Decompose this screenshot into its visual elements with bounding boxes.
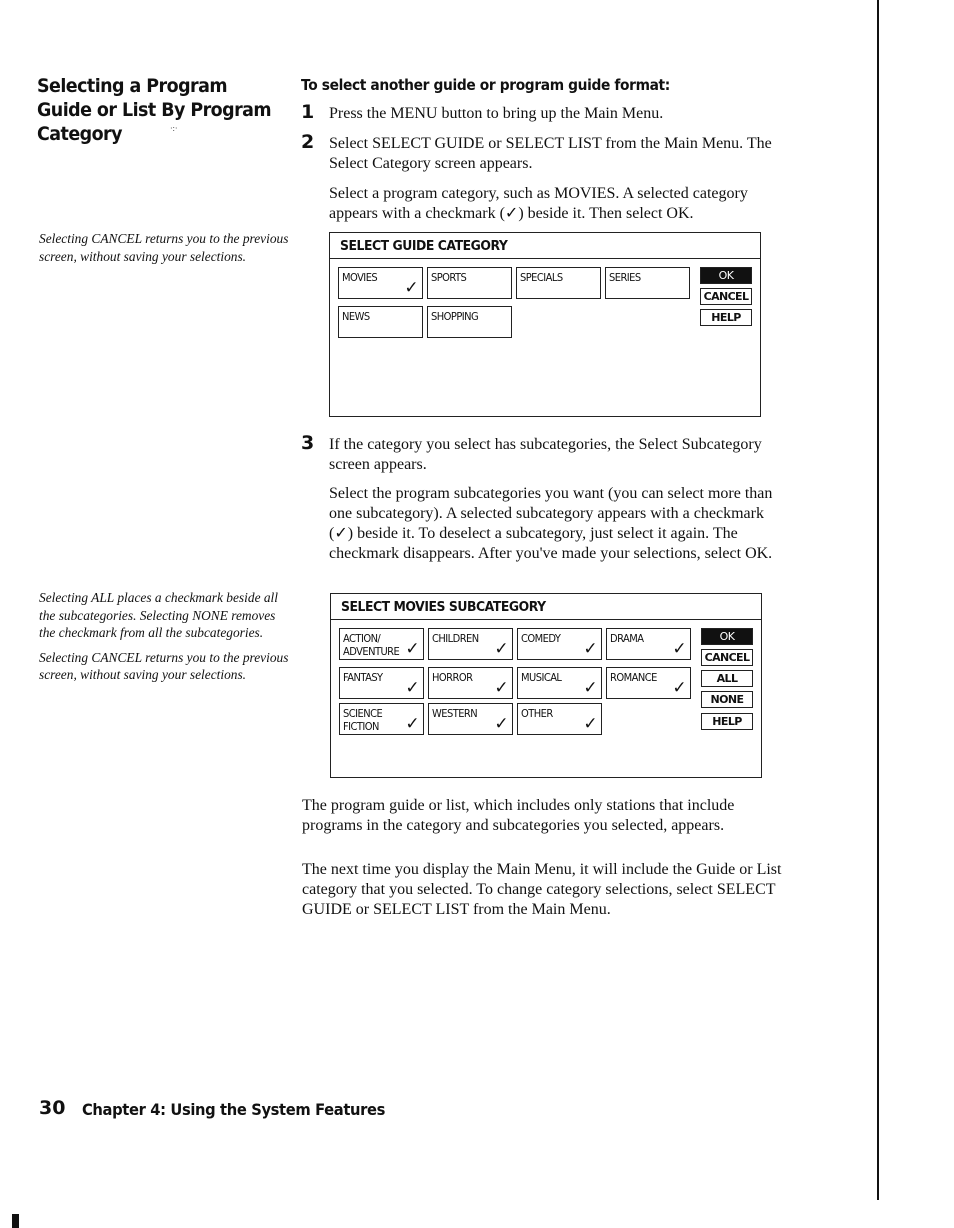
checkmark-icon: ✓ — [583, 639, 597, 659]
category-option[interactable]: WESTERN ✓ — [428, 703, 513, 735]
category-label: MOVIES — [342, 271, 378, 284]
category-option[interactable]: COMEDY ✓ — [517, 628, 602, 660]
step-text: Select SELECT GUIDE or SELECT LIST from … — [329, 135, 772, 172]
category-label: CHILDREN — [432, 632, 479, 645]
category-option[interactable]: FANTASY ✓ — [339, 667, 424, 699]
scan-speck: ·:· — [170, 124, 178, 133]
checkmark-icon: ✓ — [672, 639, 686, 659]
checkmark-icon: ✓ — [405, 678, 419, 698]
category-option[interactable]: SPORTS — [427, 267, 512, 299]
category-label: COMEDY — [521, 632, 561, 645]
step-3-detail: Select the program subcategories you wan… — [329, 485, 773, 562]
category-label: WESTERN — [432, 707, 478, 720]
chapter-title: Chapter 4: Using the System Features — [82, 1100, 386, 1119]
category-option[interactable]: MOVIES ✓ — [338, 267, 423, 299]
category-label: NEWS — [342, 310, 370, 323]
none-button[interactable]: NONE — [701, 691, 753, 708]
step-text: If the category you select has subcatego… — [329, 436, 762, 473]
checkmark-icon: ✓ — [405, 714, 419, 734]
category-option[interactable]: MUSICAL ✓ — [517, 667, 602, 699]
category-label: HORROR — [432, 671, 473, 684]
procedure-heading: To select another guide or program guide… — [301, 76, 670, 94]
step-text: Press the MENU button to bring up the Ma… — [329, 105, 664, 122]
category-option[interactable]: ROMANCE ✓ — [606, 667, 691, 699]
category-option[interactable]: HORROR ✓ — [428, 667, 513, 699]
step-1: 1 Press the MENU button to bring up the … — [301, 101, 791, 124]
checkmark-icon: ✓ — [405, 639, 419, 659]
category-option[interactable]: DRAMA ✓ — [606, 628, 691, 660]
checkmark-icon: ✓ — [494, 714, 508, 734]
divider — [330, 258, 760, 259]
page-edge-line — [877, 0, 879, 1200]
ok-button[interactable]: OK — [700, 267, 752, 284]
category-label: SHOPPING — [431, 310, 479, 323]
cancel-button[interactable]: CANCEL — [700, 288, 752, 305]
category-label: SPECIALS — [520, 271, 563, 284]
category-option[interactable]: SPECIALS — [516, 267, 601, 299]
checkmark-icon: ✓ — [583, 678, 597, 698]
category-option[interactable]: NEWS — [338, 306, 423, 338]
step-number: 2 — [301, 131, 315, 153]
category-option[interactable]: OTHER ✓ — [517, 703, 602, 735]
category-option[interactable]: CHILDREN ✓ — [428, 628, 513, 660]
category-option[interactable]: ACTION/ ADVENTURE ✓ — [339, 628, 424, 660]
step-3: 3 If the category you select has subcate… — [301, 432, 791, 475]
category-label: SERIES — [609, 271, 641, 284]
note-text: Selecting CANCEL returns you to the prev… — [39, 231, 289, 264]
ok-button[interactable]: OK — [701, 628, 753, 645]
cancel-button[interactable]: CANCEL — [701, 649, 753, 666]
checkmark-icon: ✓ — [404, 278, 418, 298]
category-label: DRAMA — [610, 632, 644, 645]
checkmark-icon: ✓ — [494, 678, 508, 698]
category-option[interactable]: SCIENCE FICTION ✓ — [339, 703, 424, 735]
checkmark-icon: ✓ — [583, 714, 597, 734]
crop-mark — [12, 1214, 19, 1228]
result-paragraph: The program guide or list, which include… — [302, 797, 735, 834]
next-time-paragraph: The next time you display the Main Menu,… — [302, 861, 782, 918]
category-label: ROMANCE — [610, 671, 657, 684]
category-label: FANTASY — [343, 671, 383, 684]
category-label: ACTION/ ADVENTURE — [343, 632, 400, 658]
all-button[interactable]: ALL — [701, 670, 753, 687]
screen-title: SELECT GUIDE CATEGORY — [340, 238, 508, 254]
screen-title: SELECT MOVIES SUBCATEGORY — [341, 599, 546, 615]
select-movies-subcategory-screen: SELECT MOVIES SUBCATEGORY ACTION/ ADVENT… — [330, 593, 762, 778]
category-option[interactable]: SHOPPING — [427, 306, 512, 338]
step-2: 2 Select SELECT GUIDE or SELECT LIST fro… — [301, 131, 791, 174]
category-label: OTHER — [521, 707, 553, 720]
category-option[interactable]: SERIES — [605, 267, 690, 299]
category-label: SPORTS — [431, 271, 467, 284]
divider — [331, 619, 761, 620]
select-guide-category-screen: SELECT GUIDE CATEGORY MOVIES ✓ SPORTS SPECI… — [329, 232, 761, 417]
step-2-detail: Select a program category, such as MOVIE… — [329, 185, 748, 222]
help-button[interactable]: HELP — [700, 309, 752, 326]
category-label: SCIENCE FICTION — [343, 707, 383, 733]
help-button[interactable]: HELP — [701, 713, 753, 730]
checkmark-icon: ✓ — [494, 639, 508, 659]
note-text: Selecting ALL places a checkmark beside … — [39, 590, 278, 640]
page-number: 30 — [39, 1097, 66, 1119]
sidebar-note-all-none: Selecting ALL places a checkmark beside … — [39, 589, 291, 691]
step-number: 1 — [301, 101, 315, 123]
step-number: 3 — [301, 432, 315, 454]
section-title: Selecting a Program Guide or List By Pro… — [37, 75, 272, 145]
sidebar-note-cancel: Selecting CANCEL returns you to the prev… — [39, 230, 291, 272]
checkmark-icon: ✓ — [672, 678, 686, 698]
category-label: MUSICAL — [521, 671, 562, 684]
note-text: Selecting CANCEL returns you to the prev… — [39, 649, 289, 683]
